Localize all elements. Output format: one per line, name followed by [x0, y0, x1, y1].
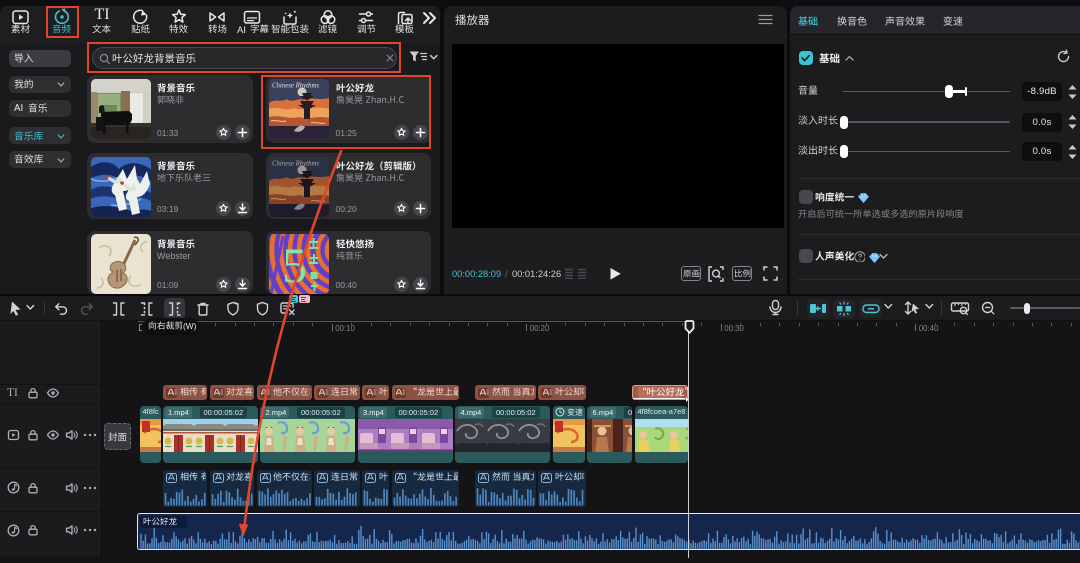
svg-text:5: 5: [282, 237, 307, 293]
